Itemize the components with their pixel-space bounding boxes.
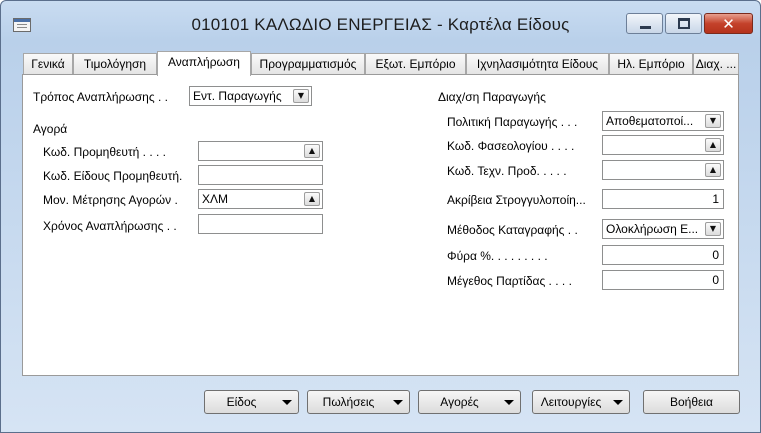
lot-size-field[interactable]: 0 bbox=[602, 270, 724, 290]
routing-no-label: Κωδ. Φασεολογίου . . . . bbox=[447, 139, 575, 153]
dropdown-arrow-icon bbox=[393, 400, 403, 405]
purch-uom-label: Μον. Μέτρησης Αγορών . bbox=[43, 193, 178, 207]
scrap-percent-field[interactable]: 0 bbox=[602, 245, 724, 265]
purchase-heading: Αγορά bbox=[33, 122, 68, 136]
minimize-button[interactable] bbox=[626, 13, 663, 34]
functions-menu-label: Λειτουργίες bbox=[540, 395, 602, 409]
lot-size-label: Μέγεθος Παρτίδας . . . . bbox=[447, 274, 572, 288]
close-icon: ✕ bbox=[722, 15, 735, 33]
maximize-button[interactable] bbox=[665, 13, 702, 34]
mfg-policy-value: Αποθεματοποί... bbox=[606, 114, 694, 128]
lookup-arrow-icon[interactable]: ▲ bbox=[705, 163, 721, 177]
mfg-policy-select[interactable]: Αποθεματοποί... ▼ bbox=[602, 111, 724, 131]
functions-menu-button[interactable]: Λειτουργίες bbox=[532, 390, 630, 414]
replenishment-system-value: Εντ. Παραγωγής bbox=[193, 89, 282, 103]
lookup-arrow-icon[interactable]: ▲ bbox=[304, 192, 320, 206]
routing-no-field[interactable]: ▲ bbox=[602, 135, 724, 155]
vendor-item-no-label: Κωδ. Είδους Προμηθευτή. bbox=[43, 169, 183, 183]
lead-time-label: Χρόνος Αναπλήρωσης . . bbox=[43, 219, 177, 233]
bom-no-field[interactable]: ▲ bbox=[602, 160, 724, 180]
dropdown-arrow-icon bbox=[504, 400, 514, 405]
vendor-item-no-field[interactable] bbox=[198, 165, 323, 185]
dropdown-arrow-icon[interactable]: ▼ bbox=[705, 222, 721, 236]
flushing-method-value: Ολοκλήρωση Ε... bbox=[606, 222, 699, 236]
flushing-method-select[interactable]: Ολοκλήρωση Ε... ▼ bbox=[602, 219, 724, 239]
vendor-no-label: Κωδ. Προμηθευτή . . . . bbox=[43, 145, 166, 159]
dropdown-arrow-icon[interactable]: ▼ bbox=[705, 114, 721, 128]
vendor-no-field[interactable]: ▲ bbox=[198, 141, 323, 161]
item-card-window: 010101 ΚΑΛΩΔΙΟ ΕΝΕΡΓΕΙΑΣ - Καρτέλα Είδου… bbox=[0, 0, 761, 433]
sales-menu-label: Πωλήσεις bbox=[322, 395, 375, 409]
help-button[interactable]: Βοήθεια bbox=[643, 390, 740, 414]
purch-uom-value: ΧΛΜ bbox=[202, 192, 229, 206]
item-menu-label: Είδος bbox=[226, 395, 257, 409]
purch-uom-field[interactable]: ΧΛΜ ▲ bbox=[198, 189, 323, 209]
lookup-arrow-icon[interactable]: ▲ bbox=[304, 144, 320, 158]
title-bar[interactable]: 010101 ΚΑΛΩΔΙΟ ΕΝΕΡΓΕΙΑΣ - Καρτέλα Είδου… bbox=[1, 1, 760, 47]
production-heading: Διαχ/ση Παραγωγής bbox=[438, 90, 546, 104]
flushing-method-label: Μέθοδος Καταγραφής . . bbox=[447, 223, 578, 237]
lead-time-field[interactable] bbox=[198, 214, 323, 234]
sales-menu-button[interactable]: Πωλήσεις bbox=[307, 390, 410, 414]
replenishment-system-label: Τρόπος Αναπλήρωσης . . bbox=[33, 90, 168, 104]
tab-foreign-trade[interactable]: Εξωτ. Εμπόριο bbox=[365, 53, 466, 75]
item-menu-button[interactable]: Είδος bbox=[204, 390, 299, 414]
dropdown-arrow-icon bbox=[613, 400, 623, 405]
tab-invoicing[interactable]: Τιμολόγηση bbox=[73, 53, 157, 75]
dropdown-arrow-icon[interactable]: ▼ bbox=[293, 89, 309, 103]
lookup-arrow-icon[interactable]: ▲ bbox=[705, 138, 721, 152]
tab-general[interactable]: Γενικά bbox=[23, 53, 73, 75]
help-label: Βοήθεια bbox=[670, 395, 713, 409]
minimize-icon bbox=[640, 26, 651, 29]
purchases-menu-button[interactable]: Αγορές bbox=[418, 390, 521, 414]
rounding-precision-field[interactable]: 1 bbox=[602, 189, 724, 209]
tab-replenishment[interactable]: Αναπλήρωση bbox=[157, 51, 251, 76]
mfg-policy-label: Πολιτική Παραγωγής . . . bbox=[447, 115, 578, 129]
maximize-icon bbox=[678, 18, 690, 29]
scrap-percent-label: Φύρα %. . . . . . . . . bbox=[447, 249, 548, 263]
dropdown-arrow-icon bbox=[282, 400, 292, 405]
replenishment-system-select[interactable]: Εντ. Παραγωγής ▼ bbox=[189, 86, 312, 106]
purchases-menu-label: Αγορές bbox=[440, 395, 479, 409]
tab-e-commerce[interactable]: Ηλ. Εμπόριο bbox=[609, 53, 693, 75]
rounding-precision-label: Ακρίβεια Στρογγυλοποίη... bbox=[447, 193, 586, 207]
tab-warehouse[interactable]: Διαχ. ... bbox=[693, 53, 739, 75]
replenishment-panel: Τρόπος Αναπλήρωσης . . Εντ. Παραγωγής ▼ … bbox=[22, 74, 739, 376]
tab-planning[interactable]: Προγραμματισμός bbox=[251, 53, 365, 75]
bom-no-label: Κωδ. Τεχν. Προδ. . . . . bbox=[447, 164, 567, 178]
tab-item-tracking[interactable]: Ιχνηλασιμότητα Είδους bbox=[466, 53, 609, 75]
close-button[interactable]: ✕ bbox=[704, 13, 753, 34]
